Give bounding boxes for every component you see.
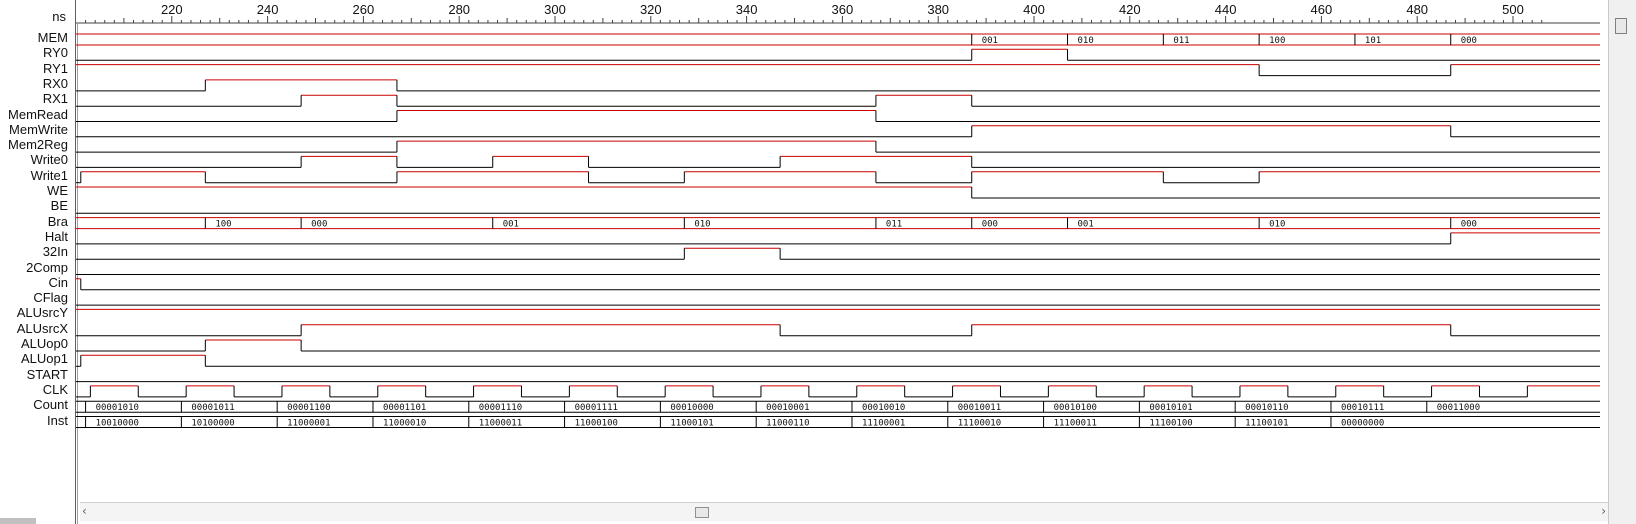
bus-value-label: 11100011	[1054, 419, 1097, 429]
time-tick-label: 460	[1311, 2, 1333, 17]
bus-value-label: 00001101	[383, 403, 426, 413]
bus-value-label: 11100001	[862, 419, 905, 429]
bus-value-label: 11000011	[479, 419, 522, 429]
status-corner	[0, 518, 36, 524]
waveform-aluop0	[76, 339, 1600, 352]
bus-value-label: 00001010	[96, 403, 139, 413]
time-tick-label: 440	[1215, 2, 1237, 17]
waveform-memwrite	[76, 125, 1600, 138]
bus-value-label: 100	[1269, 36, 1285, 46]
waveform-write0	[76, 155, 1600, 168]
waveform-bra: 100 000 001 010 011 000 001 010 000	[76, 217, 1600, 230]
bus-value-label: 011	[1173, 36, 1189, 46]
waveform-ry0	[76, 48, 1600, 61]
scroll-left-arrow-icon[interactable]: ‹	[82, 504, 87, 518]
bus-value-label: 00010111	[1341, 403, 1384, 413]
time-tick-label: 380	[927, 2, 949, 17]
waveform-rx1	[76, 94, 1600, 107]
time-tick-label: 260	[353, 2, 375, 17]
waveform-ry1	[76, 64, 1600, 77]
bus-value-label: 00001110	[479, 403, 522, 413]
scroll-right-arrow-icon[interactable]: ›	[1601, 504, 1606, 518]
time-tick-label: 300	[544, 2, 566, 17]
bus-value-label: 10100000	[191, 419, 234, 429]
bus-value-label: 000	[1461, 36, 1477, 46]
bus-value-label: 011	[886, 220, 902, 230]
bus-value-label: 11100100	[1149, 419, 1192, 429]
waveform-mem: 001 010 011 100 101 000	[76, 33, 1600, 46]
bus-value-label: 00010110	[1245, 403, 1288, 413]
waveform-count: 00001010 00001011 00001100 00001101 00001110…	[76, 400, 1600, 413]
bus-value-label: 11000100	[575, 419, 618, 429]
time-tick-label: 220	[161, 2, 183, 17]
waveform-mem2reg	[76, 140, 1600, 153]
bus-value-label: 11100010	[958, 419, 1001, 429]
time-tick-label: 480	[1406, 2, 1428, 17]
time-tick-label: 320	[640, 2, 662, 17]
bus-value-label: 11000101	[670, 419, 713, 429]
waveform-viewer: ns MEM RY0 RY1 RX0 RX1 MemRead MemWrite Mem2Reg…	[0, 0, 1636, 524]
waveform-halt	[76, 232, 1600, 245]
waveform-cin	[76, 278, 1600, 291]
time-tick-label: 500	[1502, 2, 1524, 17]
waveform-we	[76, 186, 1600, 199]
horizontal-scrollbar[interactable]: ‹ ›	[80, 502, 1608, 521]
bus-value-label: 11000110	[766, 419, 809, 429]
bus-value-label: 001	[1078, 220, 1094, 230]
bus-value-label: 000	[1461, 220, 1477, 230]
time-tick-label: 280	[448, 2, 470, 17]
bus-value-label: 00001100	[287, 403, 330, 413]
waveform-write1	[76, 171, 1600, 184]
bus-value-label: 11100101	[1245, 419, 1288, 429]
bus-value-label: 00010011	[958, 403, 1001, 413]
bus-value-label: 010	[694, 220, 710, 230]
horizontal-scroll-thumb[interactable]	[695, 507, 709, 518]
bus-value-label: 101	[1365, 36, 1381, 46]
waveform-canvas[interactable]: 220 240 260 280 300 320 340 360 380 400 420 440 460 4…	[0, 0, 1608, 502]
bus-value-label: 00010101	[1149, 403, 1192, 413]
bus-value-label: 001	[982, 36, 998, 46]
waveform-32in	[76, 247, 1600, 260]
waveform-aluop1	[76, 354, 1600, 367]
time-tick-label: 420	[1119, 2, 1141, 17]
waveform-rx0	[76, 79, 1600, 92]
waveform-memread	[76, 110, 1600, 122]
bus-value-label: 100	[215, 220, 231, 230]
time-tick-label: 400	[1023, 2, 1045, 17]
bus-value-label: 000	[982, 220, 998, 230]
bus-value-label: 00010010	[862, 403, 905, 413]
bus-value-label: 00011000	[1437, 403, 1480, 413]
time-tick-label: 240	[257, 2, 279, 17]
bus-value-label: 001	[503, 220, 519, 230]
bus-value-label: 00001111	[575, 403, 618, 413]
bus-value-label: 00001011	[191, 403, 234, 413]
bus-value-label: 000	[311, 220, 327, 230]
bus-value-label: 010	[1269, 220, 1285, 230]
bus-value-label: 00010000	[670, 403, 713, 413]
bus-value-label: 11000010	[383, 419, 426, 429]
vertical-scrollbar[interactable]	[1608, 0, 1636, 524]
bus-value-label: 010	[1078, 36, 1094, 46]
bus-value-label: 00010100	[1054, 403, 1097, 413]
bus-value-label: 10010000	[96, 419, 139, 429]
vertical-scroll-thumb[interactable]	[1615, 18, 1627, 34]
time-tick-label: 360	[832, 2, 854, 17]
bus-value-label: 00010001	[766, 403, 809, 413]
waveform-clk	[76, 385, 1600, 398]
bus-value-label: 11000001	[287, 419, 330, 429]
waveform-alusrcx	[76, 324, 1600, 337]
waveform-inst: 10010000 10100000 11000001 11000010 11000011…	[76, 416, 1600, 429]
time-tick-label: 340	[736, 2, 758, 17]
bus-value-label: 00000000	[1341, 419, 1384, 429]
